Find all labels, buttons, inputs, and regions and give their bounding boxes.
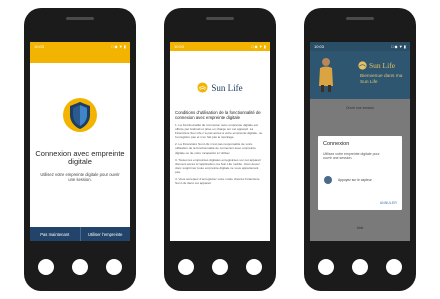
screen-fingerprint-intro: 10:03 □ ◆ ▼ ▮ Connexion avec empreinte d… — [30, 42, 130, 241]
welcome-text: Bienvenue dans ma Sun Life — [360, 74, 403, 85]
page-description: Utilisez votre empreinte digitale pour o… — [40, 172, 120, 182]
status-time: 10:03 — [34, 44, 45, 49]
page-title: Connexion avec empreinte digitale — [35, 149, 125, 166]
phone-frame-1: 10:03 □ ◆ ▼ ▮ Connexion avec empreinte d… — [24, 8, 136, 291]
phone-speaker — [206, 17, 234, 20]
fingerprint-dialog: Connexion Utilisez votre empreinte digit… — [318, 136, 402, 210]
status-bar: 10:03 □ ◆ ▼ ▮ — [310, 42, 410, 51]
sun-life-logo: Sun Life — [170, 82, 270, 93]
person-illustration — [319, 58, 333, 92]
recents-button[interactable] — [386, 259, 402, 275]
home-button[interactable] — [352, 259, 368, 275]
phone-speaker — [346, 17, 374, 20]
sun-life-logo: Sun Life — [358, 61, 395, 70]
terms-paragraph: 2. La Financière Sun Life n’est pas resp… — [175, 142, 256, 155]
terms-heading: Conditions d’utilisation de la fonctionn… — [175, 110, 261, 121]
status-icons: □ ◆ ▼ ▮ — [391, 44, 406, 49]
header-band — [30, 51, 130, 63]
recents-button[interactable] — [246, 259, 262, 275]
status-icons: □ ◆ ▼ ▮ — [251, 44, 266, 49]
recents-button[interactable] — [106, 259, 122, 275]
back-button[interactable] — [38, 259, 54, 275]
screen-login-dialog: 10:03 □ ◆ ▼ ▮ Sun Life Bienvenue dans ma… — [310, 42, 410, 241]
cancel-button[interactable]: ANNULER — [380, 201, 397, 205]
fingerprint-label: Appuyez sur le capteur — [338, 178, 372, 182]
status-icons: □ ◆ ▼ ▮ — [111, 44, 126, 49]
status-bar: 10:03 □ ◆ ▼ ▮ — [30, 42, 130, 51]
terms-body[interactable]: 1. La fonctionnalité de connexion avec e… — [175, 123, 265, 188]
back-button[interactable] — [178, 259, 194, 275]
help-link[interactable]: Aide — [310, 226, 410, 230]
sun-icon — [197, 82, 208, 93]
dialog-title: Connexion — [323, 141, 350, 147]
button-bar: Pas maintenant Utiliser l’empreinte — [30, 227, 130, 241]
nav-dots — [164, 259, 276, 275]
phone-frame-3: 10:03 □ ◆ ▼ ▮ Sun Life Bienvenue dans ma… — [304, 8, 416, 291]
logo-text: Sun Life — [369, 61, 396, 70]
use-fingerprint-button[interactable]: Utiliser l’empreinte — [80, 227, 130, 241]
status-time: 10:03 — [314, 44, 325, 49]
dialog-text: Utilisez votre empreinte digitale pour o… — [323, 152, 380, 161]
home-button[interactable] — [212, 259, 228, 275]
status-time: 10:03 — [174, 44, 185, 49]
phone-speaker — [66, 17, 94, 20]
phone-frame-2: 10:03 □ ◆ ▼ ▮ Sun Life Conditions d’util… — [164, 8, 276, 291]
logo-text: Sun Life — [211, 82, 243, 93]
back-button[interactable] — [318, 259, 334, 275]
terms-paragraph: 4. Vous acceptez d’enregistrer votre mod… — [175, 177, 260, 186]
home-button[interactable] — [72, 259, 88, 275]
screen-terms: 10:03 □ ◆ ▼ ▮ Sun Life Conditions d’util… — [170, 42, 270, 241]
fingerprint-icon — [324, 176, 332, 184]
nav-dots — [24, 259, 136, 275]
sun-icon — [358, 61, 367, 70]
not-now-button[interactable]: Pas maintenant — [30, 227, 81, 241]
shield-icon — [63, 98, 97, 132]
terms-paragraph: 3. Toutes les empreintes digitales enreg… — [175, 157, 261, 174]
terms-paragraph: 1. La fonctionnalité de connexion avec e… — [175, 123, 263, 140]
open-session-link[interactable]: Ouvrir une session — [310, 106, 410, 110]
status-bar: 10:03 □ ◆ ▼ ▮ — [170, 42, 270, 51]
nav-dots — [304, 259, 416, 275]
fingerprint-row: Appuyez sur le capteur — [324, 176, 372, 184]
